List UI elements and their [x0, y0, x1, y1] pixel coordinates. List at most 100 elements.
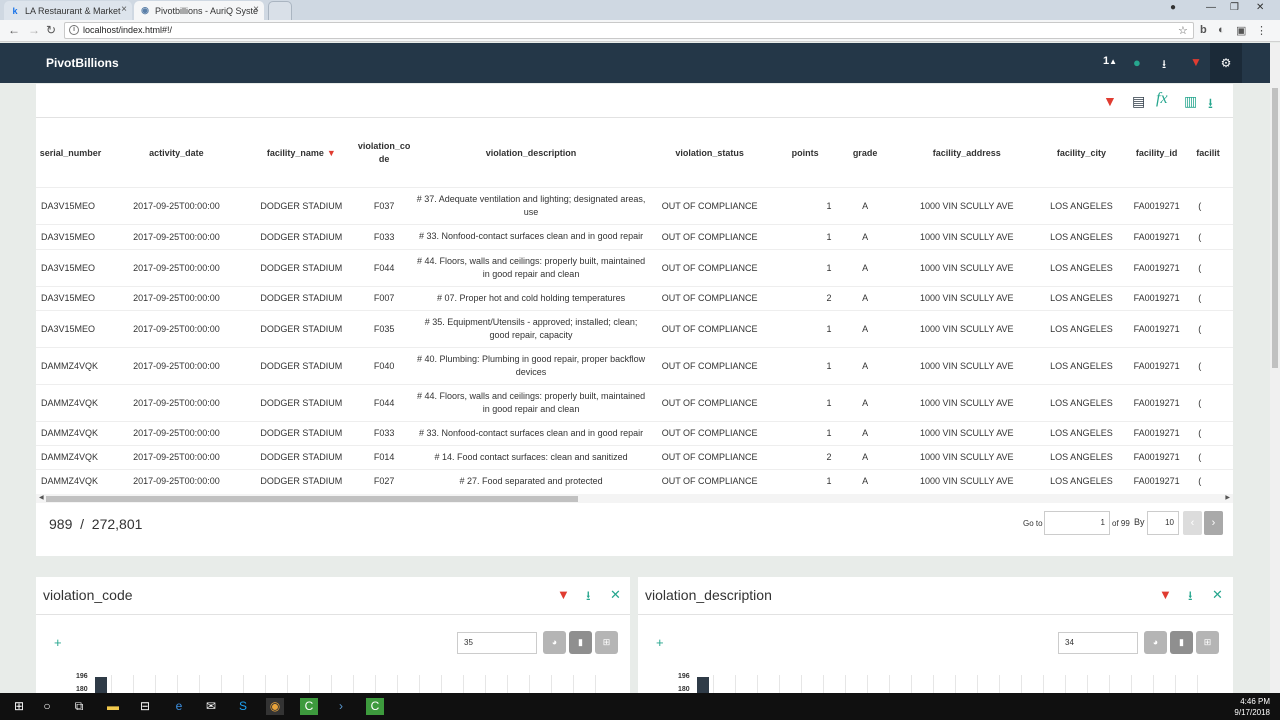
- download-icon[interactable]: ⭳: [1208, 93, 1213, 117]
- bookmark-star-icon[interactable]: ☆: [1178, 24, 1188, 37]
- page-scrollbar-thumb[interactable]: [1272, 88, 1278, 368]
- bar-chart-icon[interactable]: ▮: [569, 631, 592, 654]
- settings-gear-icon[interactable]: ⚙: [1210, 43, 1242, 83]
- minimize-icon[interactable]: —: [1206, 2, 1216, 13]
- table-row[interactable]: DA3V15MEO 2017-09-25T00:00:00 DODGER STADI…: [36, 186, 1233, 224]
- column-header[interactable]: facility_id: [1120, 119, 1193, 187]
- column-header[interactable]: grade: [839, 119, 890, 187]
- new-tab-button[interactable]: [268, 1, 292, 20]
- top-n-input[interactable]: 34: [1058, 632, 1138, 654]
- extension-image-icon[interactable]: ▣: [1236, 24, 1246, 37]
- pie-chart-icon[interactable]: ◕: [1144, 631, 1167, 654]
- table-view-icon[interactable]: ▤: [1132, 93, 1145, 110]
- extension-b-icon[interactable]: b: [1200, 24, 1207, 36]
- horizontal-scrollbar-thumb[interactable]: [46, 496, 578, 502]
- filter-icon[interactable]: ▼: [1103, 93, 1117, 109]
- browser-tab-pivotbillions[interactable]: ◉ Pivotbillions - AuriQ Syste ×: [134, 1, 264, 20]
- column-header[interactable]: points: [771, 119, 840, 187]
- histogram-bar[interactable]: [95, 677, 107, 693]
- filter-icon[interactable]: ▼: [1190, 55, 1202, 69]
- download-icon[interactable]: ⭳: [1188, 587, 1193, 609]
- forward-arrow-icon[interactable]: →: [28, 23, 40, 37]
- column-header[interactable]: serial_number: [36, 119, 105, 187]
- close-icon[interactable]: ✕: [1212, 587, 1223, 603]
- table-row[interactable]: DAMMZ4VQK 2017-09-25T00:00:00 DODGER STADI…: [36, 468, 1233, 493]
- file-explorer-icon[interactable]: ▬: [104, 698, 122, 715]
- window-close-icon[interactable]: ✕: [1256, 2, 1264, 13]
- restore-icon[interactable]: ❐: [1230, 2, 1239, 13]
- url-input[interactable]: i localhost/index.html#!/: [64, 22, 1194, 39]
- status-dot-icon[interactable]: ●: [1133, 55, 1141, 70]
- filter-icon[interactable]: ▼: [1159, 587, 1172, 602]
- column-header[interactable]: facility_name ▼: [248, 119, 355, 187]
- windows-start-icon[interactable]: ⊞: [10, 698, 28, 715]
- table-row[interactable]: DA3V15MEO 2017-09-25T00:00:00 DODGER STADI…: [36, 309, 1233, 347]
- column-header[interactable]: facility_city: [1043, 119, 1120, 187]
- page-number-input[interactable]: 1: [1044, 511, 1110, 535]
- page-size-input[interactable]: 10: [1147, 511, 1179, 535]
- next-page-button[interactable]: ›: [1204, 511, 1223, 535]
- menu-dots-icon[interactable]: ⋮: [1256, 24, 1267, 37]
- reload-icon[interactable]: ↻: [46, 23, 56, 37]
- table-cell: OUT OF COMPLIANCE: [648, 346, 771, 384]
- column-header[interactable]: activity_date: [105, 119, 248, 187]
- column-filter-icon[interactable]: ▼: [327, 148, 336, 158]
- close-icon[interactable]: ✕: [610, 587, 621, 603]
- scroll-right-arrow-icon[interactable]: ▶: [1225, 494, 1230, 501]
- bar-chart-icon[interactable]: ▮: [1170, 631, 1193, 654]
- download-icon[interactable]: ⭳: [586, 587, 591, 609]
- table-grid-icon[interactable]: ⊞: [1196, 631, 1219, 654]
- mail-icon[interactable]: ✉: [202, 698, 220, 715]
- page-scrollbar[interactable]: [1270, 43, 1280, 693]
- previous-page-button[interactable]: ‹: [1183, 511, 1202, 535]
- edge-browser-icon[interactable]: e: [170, 698, 188, 715]
- table-row[interactable]: DA3V15MEO 2017-09-25T00:00:00 DODGER STADI…: [36, 223, 1233, 249]
- browser-tab-la-restaurant[interactable]: k LA Restaurant & Market ×: [4, 1, 132, 20]
- filter-icon[interactable]: ▼: [557, 587, 570, 602]
- column-header[interactable]: violation_code: [355, 119, 414, 187]
- chrome-icon[interactable]: ◉: [266, 698, 284, 715]
- user-profile-icon[interactable]: ●: [1170, 2, 1176, 13]
- pie-chart-icon[interactable]: ◕: [543, 631, 566, 654]
- table-row[interactable]: DAMMZ4VQK 2017-09-25T00:00:00 DODGER STADI…: [36, 346, 1233, 384]
- camtasia-icon[interactable]: C: [300, 698, 318, 715]
- column-header[interactable]: violation_status: [649, 119, 771, 187]
- table-row[interactable]: DA3V15MEO 2017-09-25T00:00:00 DODGER STADI…: [36, 285, 1233, 310]
- table-cell: F027: [354, 468, 414, 493]
- add-icon[interactable]: +: [54, 635, 62, 650]
- table-row[interactable]: DAMMZ4VQK 2017-09-25T00:00:00 DODGER STADI…: [36, 420, 1233, 445]
- table-cell: F033: [354, 223, 414, 249]
- download-icon[interactable]: ⭳: [1162, 55, 1166, 76]
- users-button[interactable]: 1▲: [1103, 55, 1117, 67]
- function-fx-icon[interactable]: fx: [1156, 90, 1168, 108]
- powershell-icon[interactable]: ›: [332, 698, 350, 715]
- table-row[interactable]: DAMMZ4VQK 2017-09-25T00:00:00 DODGER STADI…: [36, 383, 1233, 421]
- histogram-bar[interactable]: [697, 677, 709, 693]
- table-cell: DODGER STADIUM: [247, 309, 355, 347]
- column-header[interactable]: facility_address: [891, 119, 1043, 187]
- close-tab-icon[interactable]: ×: [121, 4, 127, 15]
- search-icon[interactable]: ○: [38, 698, 56, 715]
- table-cell: 2: [770, 444, 840, 469]
- system-clock[interactable]: 4:46 PM 9/17/2018: [1234, 696, 1270, 718]
- info-icon[interactable]: i: [69, 25, 79, 35]
- store-icon[interactable]: ⊟: [136, 698, 154, 715]
- column-header[interactable]: violation_description: [414, 119, 649, 187]
- table-cell: F014: [354, 444, 414, 469]
- close-tab-icon[interactable]: ×: [253, 4, 259, 15]
- add-icon[interactable]: +: [656, 635, 664, 650]
- top-n-input[interactable]: 35: [457, 632, 537, 654]
- table-cell: FA0019271: [1120, 186, 1194, 224]
- column-header[interactable]: facilit: [1193, 119, 1233, 187]
- back-arrow-icon[interactable]: ←: [8, 23, 20, 37]
- table-grid-icon[interactable]: ⊞: [595, 631, 618, 654]
- columns-icon[interactable]: ▥: [1184, 93, 1197, 110]
- table-row[interactable]: DAMMZ4VQK 2017-09-25T00:00:00 DODGER STADI…: [36, 444, 1233, 469]
- extension-c-icon[interactable]: ◐: [1218, 24, 1225, 36]
- task-view-icon[interactable]: ⧉: [70, 698, 88, 715]
- skype-icon[interactable]: S: [234, 698, 252, 715]
- horizontal-scrollbar[interactable]: ◀ ▶: [36, 494, 1233, 503]
- scroll-left-arrow-icon[interactable]: ◀: [39, 494, 44, 501]
- camtasia-recorder-icon[interactable]: C: [366, 698, 384, 715]
- table-row[interactable]: DA3V15MEO 2017-09-25T00:00:00 DODGER STADI…: [36, 248, 1233, 286]
